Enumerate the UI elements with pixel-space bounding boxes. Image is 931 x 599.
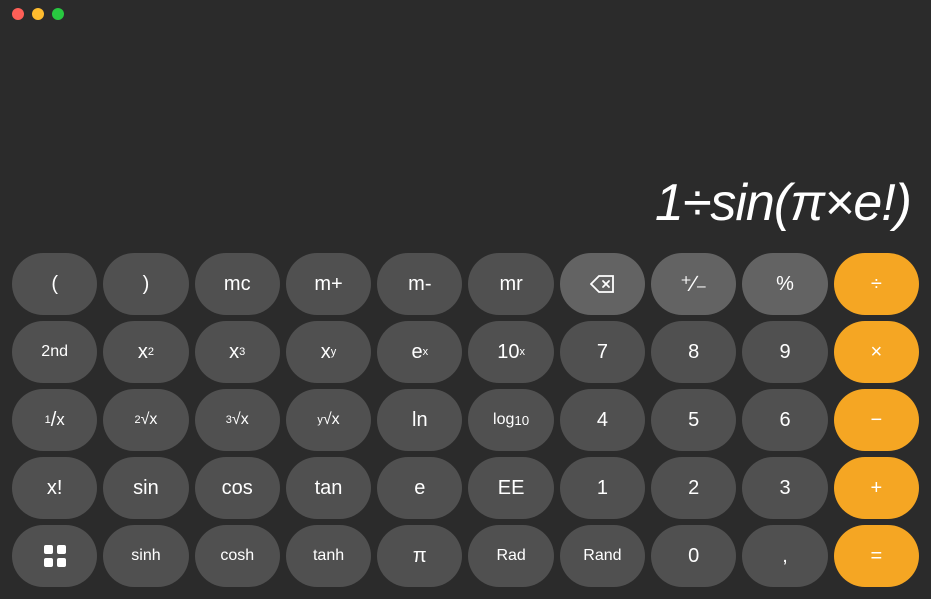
button-percent[interactable]: % bbox=[742, 253, 827, 315]
calculator-body: ()mcm+m-mr ⁺∕₋%÷2ndx2x3xyex10x789×1/x2√x… bbox=[0, 245, 931, 599]
button-x-squared[interactable]: x2 bbox=[103, 321, 188, 383]
button-row-0: ()mcm+m-mr ⁺∕₋%÷ bbox=[12, 253, 919, 315]
display-expression: 1÷sin(π×e!) bbox=[655, 173, 911, 233]
button-cosh[interactable]: cosh bbox=[195, 525, 280, 587]
button-5[interactable]: 5 bbox=[651, 389, 736, 451]
button-10-x[interactable]: 10x bbox=[468, 321, 553, 383]
button-rad[interactable]: Rad bbox=[468, 525, 553, 587]
close-button[interactable] bbox=[12, 8, 24, 20]
maximize-button[interactable] bbox=[52, 8, 64, 20]
button-2[interactable]: 2 bbox=[651, 457, 736, 519]
button-close-paren[interactable]: ) bbox=[103, 253, 188, 315]
button-e[interactable]: e bbox=[377, 457, 462, 519]
button-row-2: 1/x2√x3√xy√xlnlog10456− bbox=[12, 389, 919, 451]
minimize-button[interactable] bbox=[32, 8, 44, 20]
button-calc-icon[interactable] bbox=[12, 525, 97, 587]
button-1[interactable]: 1 bbox=[560, 457, 645, 519]
button-pi[interactable]: π bbox=[377, 525, 462, 587]
button-add[interactable]: + bbox=[834, 457, 919, 519]
button-open-paren[interactable]: ( bbox=[12, 253, 97, 315]
button-equals[interactable]: = bbox=[834, 525, 919, 587]
button-multiply[interactable]: × bbox=[834, 321, 919, 383]
button-x-y[interactable]: xy bbox=[286, 321, 371, 383]
button-8[interactable]: 8 bbox=[651, 321, 736, 383]
button-mc[interactable]: mc bbox=[195, 253, 280, 315]
button-9[interactable]: 9 bbox=[742, 321, 827, 383]
button-ee[interactable]: EE bbox=[468, 457, 553, 519]
button-sqrt2[interactable]: 2√x bbox=[103, 389, 188, 451]
button-3[interactable]: 3 bbox=[742, 457, 827, 519]
button-backspace[interactable] bbox=[560, 253, 645, 315]
button-sqrt3[interactable]: 3√x bbox=[195, 389, 280, 451]
button-rand[interactable]: Rand bbox=[560, 525, 645, 587]
titlebar bbox=[0, 0, 931, 28]
button-log10[interactable]: log10 bbox=[468, 389, 553, 451]
button-e-x[interactable]: ex bbox=[377, 321, 462, 383]
button-row-4: sinhcoshtanhπRadRand0,= bbox=[12, 525, 919, 587]
button-x-cubed[interactable]: x3 bbox=[195, 321, 280, 383]
button-cos[interactable]: cos bbox=[195, 457, 280, 519]
button-subtract[interactable]: − bbox=[834, 389, 919, 451]
button-sqrt-y[interactable]: y√x bbox=[286, 389, 371, 451]
button-6[interactable]: 6 bbox=[742, 389, 827, 451]
button-plus-minus[interactable]: ⁺∕₋ bbox=[651, 253, 736, 315]
button-comma[interactable]: , bbox=[742, 525, 827, 587]
button-tan[interactable]: tan bbox=[286, 457, 371, 519]
button-row-3: x!sincostaneEE123+ bbox=[12, 457, 919, 519]
button-2nd[interactable]: 2nd bbox=[12, 321, 97, 383]
button-sinh[interactable]: sinh bbox=[103, 525, 188, 587]
button-mr[interactable]: mr bbox=[468, 253, 553, 315]
button-one-over-x[interactable]: 1/x bbox=[12, 389, 97, 451]
button-0[interactable]: 0 bbox=[651, 525, 736, 587]
button-tanh[interactable]: tanh bbox=[286, 525, 371, 587]
button-m-plus[interactable]: m+ bbox=[286, 253, 371, 315]
button-x-factorial[interactable]: x! bbox=[12, 457, 97, 519]
button-4[interactable]: 4 bbox=[560, 389, 645, 451]
button-row-1: 2ndx2x3xyex10x789× bbox=[12, 321, 919, 383]
display-area: 1÷sin(π×e!) bbox=[0, 28, 931, 245]
button-sin[interactable]: sin bbox=[103, 457, 188, 519]
button-ln[interactable]: ln bbox=[377, 389, 462, 451]
button-7[interactable]: 7 bbox=[560, 321, 645, 383]
button-m-minus[interactable]: m- bbox=[377, 253, 462, 315]
button-divide[interactable]: ÷ bbox=[834, 253, 919, 315]
